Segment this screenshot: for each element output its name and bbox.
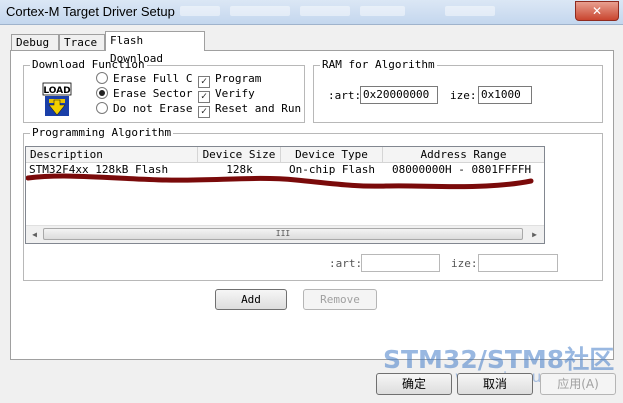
program-label: Program (215, 72, 262, 85)
algorithm-size-input[interactable] (478, 254, 558, 272)
close-icon: ✕ (591, 4, 603, 18)
ram-size-label: ize: (450, 89, 477, 102)
title-bar: Cortex-M Target Driver Setup ✕ (0, 0, 623, 25)
load-icon: LOAD (42, 82, 72, 116)
reset-and-run-label: Reset and Run (215, 102, 302, 115)
scroll-thumb[interactable]: III (43, 228, 523, 240)
ok-button[interactable]: 确定 (376, 373, 452, 395)
apply-button[interactable]: 应用(A) (540, 373, 616, 395)
background-ghost (180, 6, 220, 16)
ram-start-label: :art: (328, 89, 362, 102)
algorithm-start-input[interactable] (361, 254, 440, 272)
radio-indicator (96, 102, 108, 114)
ram-for-algorithm-legend: RAM for Algorithm (320, 58, 437, 72)
scroll-left-icon[interactable]: ◀ (26, 226, 43, 243)
ram-for-algorithm-group: RAM for Algorithm :art: 0x20000000 ize: … (313, 58, 603, 123)
column-header-device-size[interactable]: Device Size (198, 147, 281, 162)
ram-start-input[interactable]: 0x20000000 (360, 86, 438, 104)
algorithm-start-label: :art: (329, 257, 363, 270)
radio-indicator (96, 87, 108, 99)
radio-indicator (96, 72, 108, 84)
do-not-erase-label: Do not Erase (113, 102, 193, 115)
cancel-button[interactable]: 取消 (457, 373, 533, 395)
programming-algorithm-legend: Programming Algorithm (30, 126, 174, 140)
scroll-right-icon[interactable]: ▶ (526, 226, 543, 243)
add-button[interactable]: Add (215, 289, 287, 310)
check-mark-icon: ✓ (198, 106, 210, 118)
verify-checkbox[interactable]: ✓ Verify (198, 87, 255, 103)
list-header: Description Device Size Device Type Addr… (26, 147, 544, 163)
tab-debug-label: Debug (16, 36, 50, 49)
background-ghost (360, 6, 405, 16)
algorithm-size-label: ize: (451, 257, 478, 270)
tab-debug[interactable]: Debug (11, 34, 59, 50)
download-function-group: Download Function LOAD Erase Full C Eras… (23, 58, 305, 123)
tab-flash-download-label: Flash Download (110, 34, 163, 65)
algorithm-list[interactable]: Description Device Size Device Type Addr… (25, 146, 545, 244)
erase-full-chip-label: Erase Full C (113, 72, 193, 85)
verify-label: Verify (215, 87, 255, 100)
tab-flash-download[interactable]: Flash Download (105, 31, 205, 65)
reset-and-run-checkbox[interactable]: ✓ Reset and Run (198, 102, 302, 118)
tab-trace[interactable]: Trace (59, 34, 105, 50)
flash-download-panel: Download Function LOAD Erase Full C Eras… (10, 50, 614, 360)
do-not-erase-radio[interactable]: Do not Erase (96, 102, 192, 116)
annotation-stroke (26, 173, 534, 190)
column-header-device-type[interactable]: Device Type (281, 147, 383, 162)
program-checkbox[interactable]: ✓ Program (198, 72, 262, 88)
background-ghost (445, 6, 495, 16)
tab-trace-label: Trace (64, 36, 98, 49)
erase-sector-radio[interactable]: Erase Sector (96, 87, 192, 101)
ram-size-input[interactable]: 0x1000 (478, 86, 532, 104)
load-icon-text: LOAD (43, 86, 70, 96)
close-button[interactable]: ✕ (575, 1, 619, 21)
horizontal-scrollbar[interactable]: ◀ III ▶ (26, 225, 544, 243)
erase-sector-label: Erase Sector (113, 87, 193, 100)
background-ghost (230, 6, 290, 16)
background-ghost (300, 6, 350, 16)
column-header-address-range[interactable]: Address Range (383, 147, 544, 162)
column-header-description[interactable]: Description (26, 147, 198, 162)
window-title: Cortex-M Target Driver Setup (6, 4, 175, 19)
remove-button[interactable]: Remove (303, 289, 377, 310)
erase-full-chip-radio[interactable]: Erase Full C (96, 72, 192, 86)
